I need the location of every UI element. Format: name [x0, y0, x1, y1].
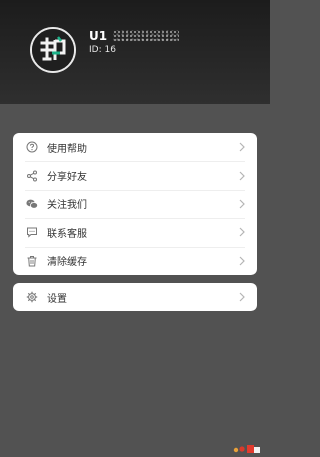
menu-card: 使用帮助 分享好友 关注我们 联系客服 清除缓存 [13, 133, 257, 275]
wechat-icon [26, 198, 38, 210]
settings-label: 设置 [47, 293, 67, 305]
redacted-username-mask [113, 30, 180, 42]
user-id: ID: 16 [89, 45, 116, 55]
chevron-right-icon [239, 292, 245, 302]
menu-item-label: 联系客服 [47, 228, 87, 240]
chevron-right-icon [239, 142, 245, 152]
chevron-right-icon [239, 227, 245, 237]
profile-header: U1 ID: 16 [0, 0, 270, 104]
share-icon [26, 170, 38, 182]
avatar[interactable] [30, 27, 76, 73]
username: U1 [89, 29, 108, 43]
chat-bubble-icon [26, 226, 38, 238]
menu-item-contact-support[interactable]: 联系客服 [13, 218, 257, 246]
settings-card: 设置 [13, 283, 257, 311]
menu-item-label: 使用帮助 [47, 143, 87, 155]
menu-item-settings[interactable]: 设置 [13, 283, 257, 311]
menu-item-help[interactable]: 使用帮助 [13, 133, 257, 161]
chevron-right-icon [239, 256, 245, 266]
menu-item-share[interactable]: 分享好友 [13, 161, 257, 189]
app-logo-icon [32, 29, 74, 71]
menu-item-label: 关注我们 [47, 200, 87, 212]
menu-item-follow-us[interactable]: 关注我们 [13, 189, 257, 218]
chevron-right-icon [239, 171, 245, 181]
help-circle-icon [26, 141, 38, 153]
menu-item-clear-cache[interactable]: 清除缓存 [13, 246, 257, 275]
chevron-right-icon [239, 199, 245, 209]
gear-icon [26, 291, 38, 303]
menu-item-label: 清除缓存 [47, 257, 87, 269]
trash-icon [26, 255, 38, 267]
menu-item-label: 分享好友 [47, 172, 87, 184]
corner-decoration-icon [229, 438, 261, 453]
